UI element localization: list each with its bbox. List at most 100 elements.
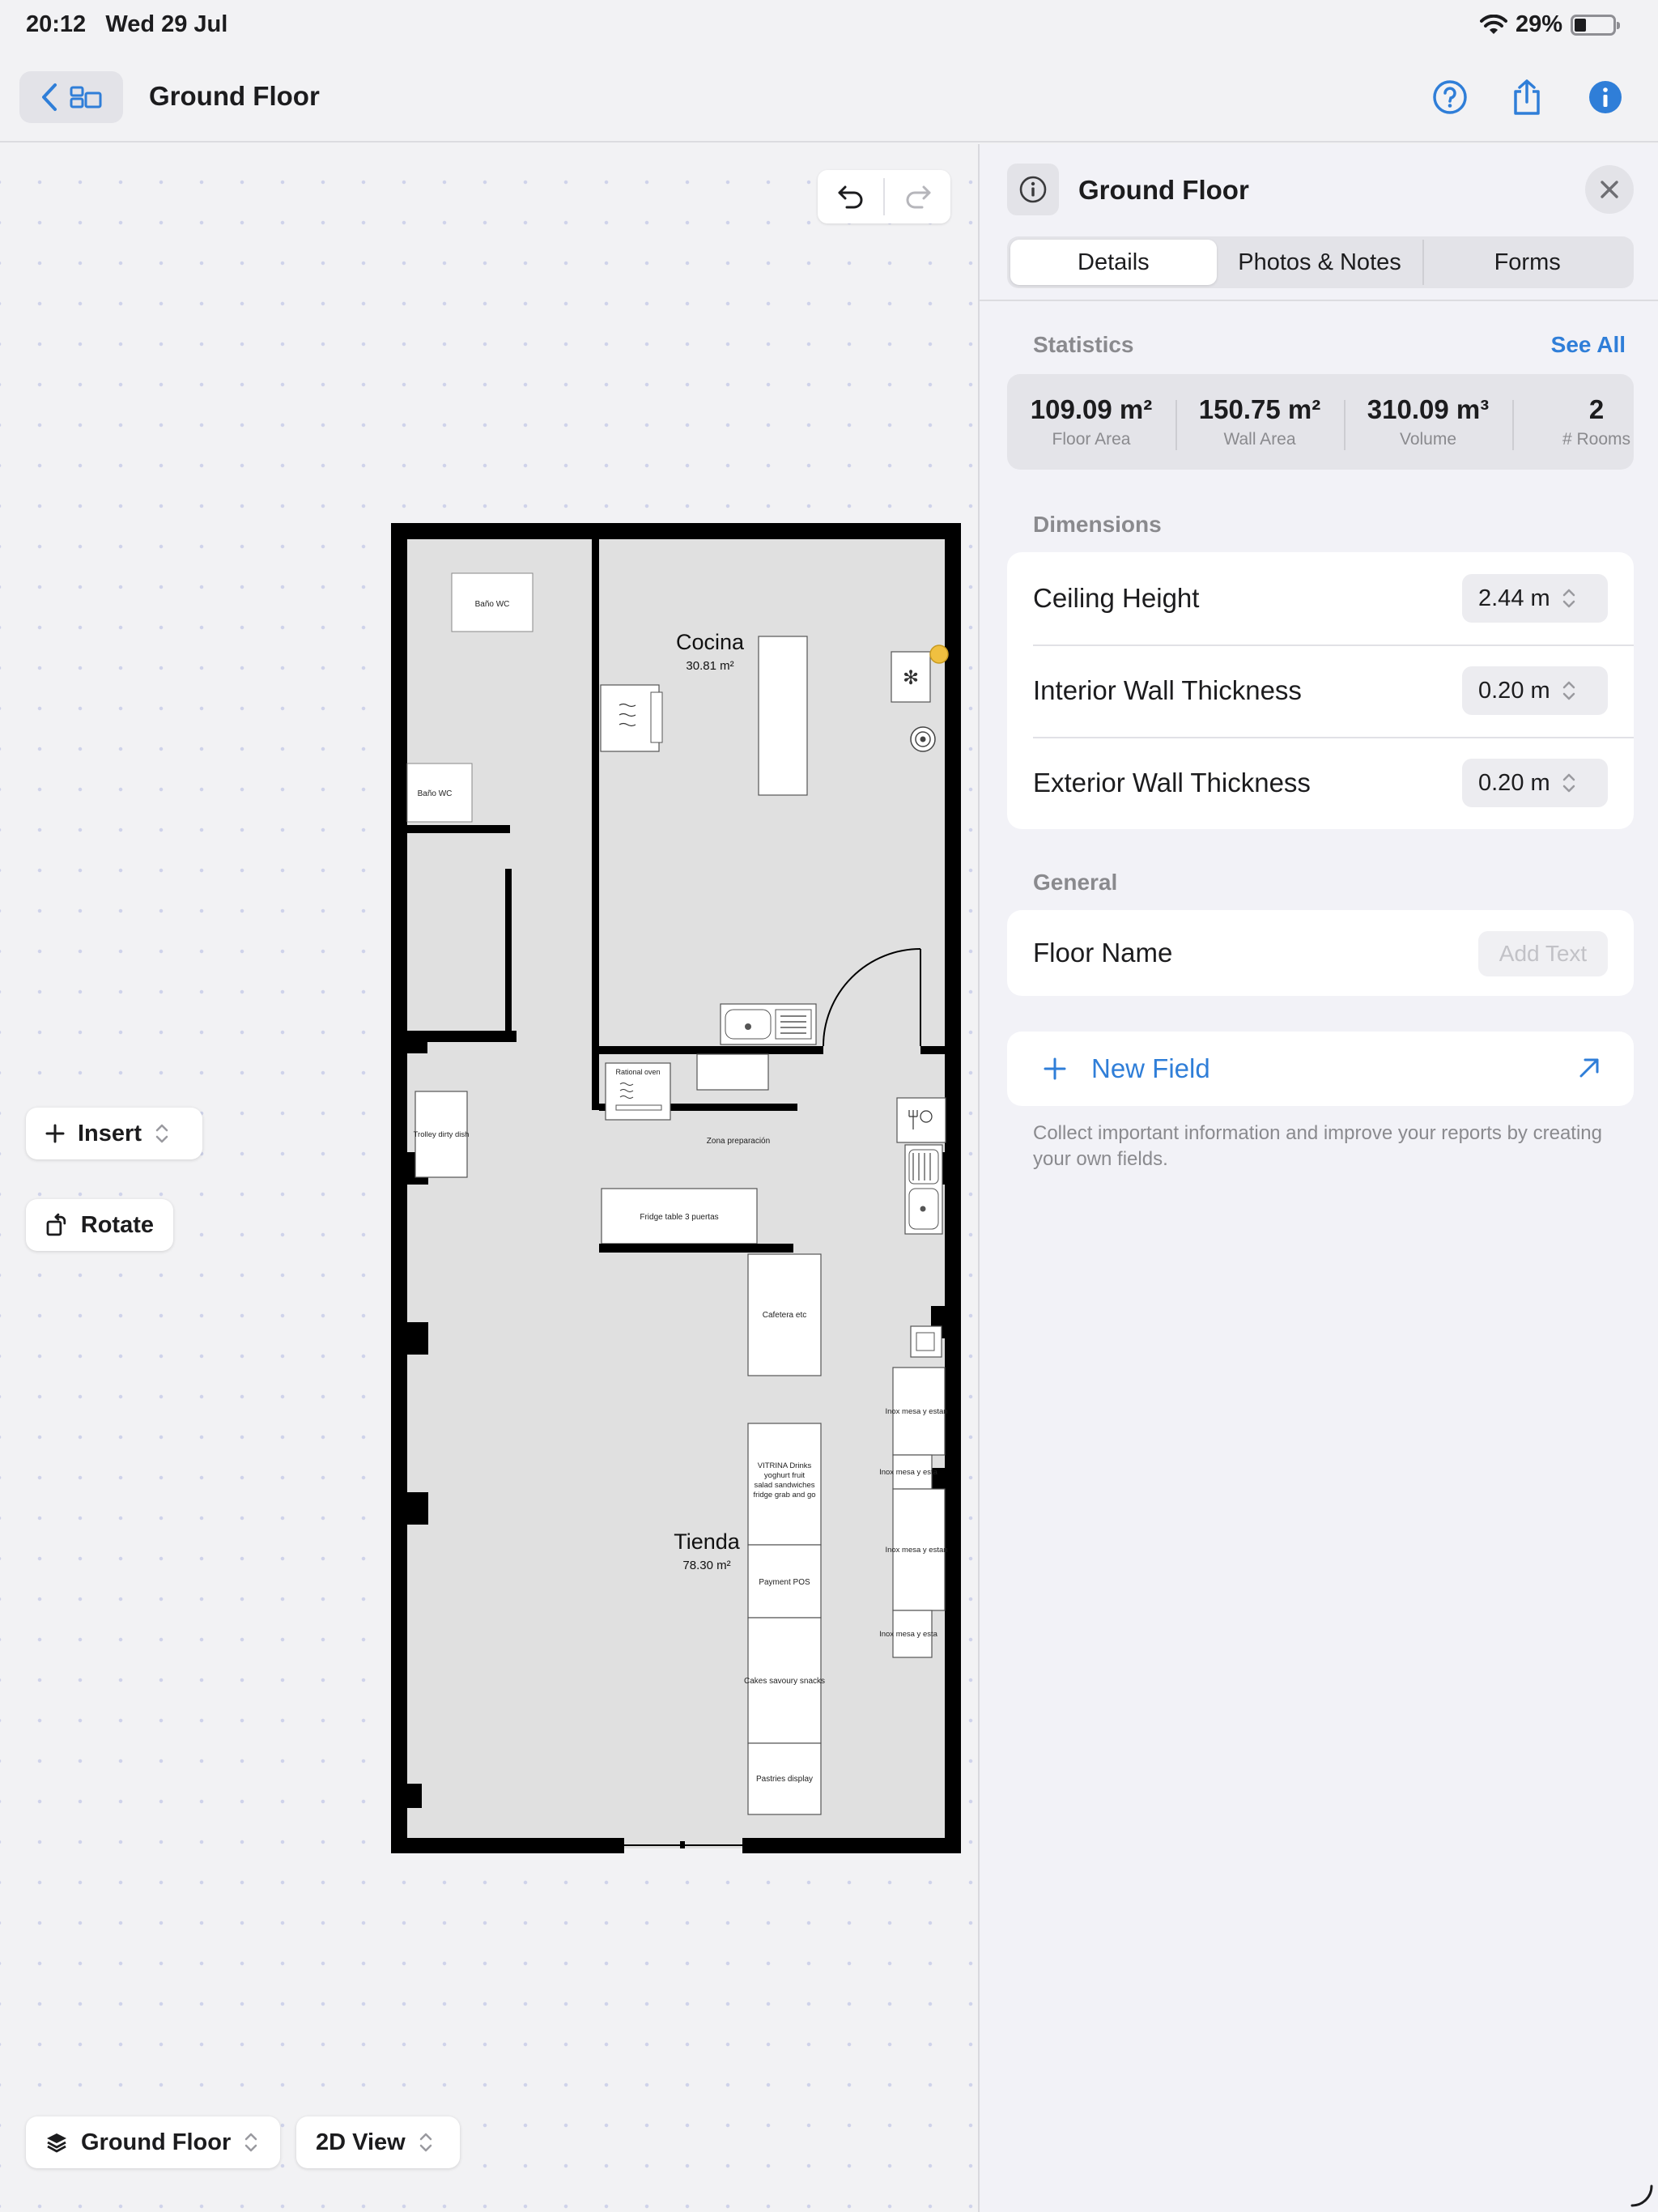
general-heading: General (1033, 870, 1118, 895)
row-label: Interior Wall Thickness (1033, 675, 1302, 705)
new-field-button[interactable]: New Field (1007, 1032, 1634, 1106)
tab-forms[interactable]: Forms (1422, 240, 1630, 285)
info-icon (1019, 176, 1047, 203)
interior-wall-stepper[interactable]: 0.20 m (1462, 666, 1608, 715)
layers-icon (47, 2133, 66, 2153)
floors-icon (70, 86, 102, 108)
floor-selector-label: Ground Floor (81, 2129, 232, 2155)
status-right: 29% (1479, 11, 1620, 38)
rational-oven-label: Rational oven (615, 1068, 660, 1076)
stat-label: Wall Area (1223, 430, 1296, 449)
chevron-updown-icon (1562, 773, 1575, 793)
info-button[interactable] (1584, 76, 1626, 118)
back-button[interactable] (19, 71, 123, 123)
insert-button[interactable]: Insert (26, 1108, 202, 1159)
page-title: Ground Floor (149, 81, 320, 111)
vitrina-line-4: fridge grab and go (753, 1491, 815, 1499)
view-selector[interactable]: 2D View (296, 2116, 460, 2168)
status-time: 20:12 Wed 29 Jul (26, 11, 227, 38)
redo-button[interactable] (885, 170, 950, 223)
stat-label: Floor Area (1052, 430, 1131, 449)
stat-wall-area: 150.75 m² Wall Area (1175, 374, 1344, 470)
panel-info-chip (1007, 164, 1059, 215)
row-label: Ceiling Height (1033, 583, 1200, 613)
stat-rooms: 2 # Rooms (1512, 374, 1634, 470)
panel-title: Ground Floor (1078, 175, 1249, 205)
tab-details[interactable]: Details (1010, 240, 1217, 285)
bano-wc-2-label: Baño WC (418, 789, 453, 798)
share-button[interactable] (1506, 76, 1548, 118)
battery-percent: 29% (1515, 11, 1562, 37)
panel-header: Ground Floor (1007, 164, 1634, 215)
arrow-up-right-icon (1579, 1058, 1599, 1078)
general-card: Floor Name Add Text (1007, 910, 1634, 996)
insert-label: Insert (78, 1120, 142, 1146)
ceiling-height-row: Ceiling Height 2.44 m (1007, 552, 1634, 644)
resize-corner-icon (1630, 2184, 1653, 2207)
redo-icon (906, 185, 930, 209)
stepper-value: 0.20 m (1478, 769, 1550, 796)
inox-4-label: Inox mesa y esta (879, 1630, 938, 1639)
room-name-cocina: Cocina (676, 630, 745, 654)
vitrina-line-1: VITRINA Drinks (758, 1461, 812, 1470)
floor-selector[interactable]: Ground Floor (26, 2116, 280, 2168)
undo-icon (838, 185, 862, 209)
status-clock: 20:12 (26, 11, 87, 37)
undo-button[interactable] (818, 170, 883, 223)
view-selector-label: 2D View (316, 2129, 406, 2155)
close-panel-button[interactable] (1585, 165, 1634, 214)
dimensions-heading: Dimensions (1033, 512, 1162, 537)
plus-icon (45, 1124, 65, 1143)
stat-value: 310.09 m³ (1367, 394, 1490, 424)
status-date: Wed 29 Jul (105, 11, 228, 37)
row-label: Floor Name (1033, 938, 1173, 968)
inox-3-label: Inox mesa y estan (885, 1546, 947, 1555)
exterior-wall-stepper[interactable]: 0.20 m (1462, 759, 1608, 807)
stepper-value: 2.44 m (1478, 585, 1550, 611)
rotate-button[interactable]: Rotate (26, 1199, 173, 1251)
info-filled-icon (1589, 81, 1622, 113)
svg-text:✻: ✻ (903, 667, 919, 689)
floor-plan[interactable]: Baño WC Baño WC ✻ Cocina 30.81 m² Ration… (389, 521, 963, 1857)
ceiling-height-stepper[interactable]: 2.44 m (1462, 574, 1608, 623)
zona-preparacion-label: Zona preparación (707, 1137, 770, 1146)
row-label: Exterior Wall Thickness (1033, 768, 1311, 798)
nav-bar: Ground Floor (0, 52, 1658, 143)
chevron-updown-icon (155, 1124, 168, 1143)
bano-wc-1-label: Baño WC (475, 600, 510, 609)
see-all-link[interactable]: See All (1551, 332, 1626, 358)
floor-name-input[interactable]: Add Text (1478, 931, 1608, 976)
exterior-wall-thickness-row: Exterior Wall Thickness 0.20 m (1007, 737, 1634, 829)
dimensions-card: Ceiling Height 2.44 m Interior Wall Thic… (1007, 552, 1634, 829)
stat-value: 150.75 m² (1198, 394, 1321, 424)
battery-icon (1571, 14, 1620, 36)
status-bar: 20:12 Wed 29 Jul 29% (0, 0, 1658, 52)
inox-1-label: Inox mesa y estan (885, 1407, 947, 1416)
help-button[interactable] (1429, 76, 1471, 118)
stat-value: 2 (1588, 394, 1605, 424)
new-field-help-text: Collect important information and improv… (1033, 1122, 1602, 1170)
room-area-cocina: 30.81 m² (686, 659, 733, 673)
close-icon (1601, 181, 1618, 198)
interior-wall-thickness-row: Interior Wall Thickness 0.20 m (1007, 644, 1634, 737)
room-name-tienda: Tienda (674, 1529, 741, 1554)
statistics-strip[interactable]: 109.09 m² Floor Area 150.75 m² Wall Area… (1007, 374, 1634, 470)
fridge-table-label: Fridge table 3 puertas (640, 1213, 718, 1222)
wifi-icon (1479, 14, 1507, 34)
details-panel: Ground Floor Details Photos & Notes Form… (978, 144, 1658, 2212)
stat-floor-area: 109.09 m² Floor Area (1007, 374, 1175, 470)
pastries-label: Pastries display (756, 1775, 813, 1784)
plus-icon (1044, 1057, 1066, 1080)
floor-plan-canvas[interactable]: Insert Rotate Baño WC Baño WC ✻ Cocina 3… (0, 144, 978, 2212)
new-field-label: New Field (1091, 1053, 1210, 1083)
panel-divider (980, 300, 1658, 301)
floor-name-row: Floor Name Add Text (1007, 910, 1634, 996)
rotate-icon (46, 1213, 66, 1236)
chevron-updown-icon (245, 2133, 257, 2152)
inox-2-label: Inox mesa y esta (879, 1468, 938, 1477)
chevron-left-icon (42, 83, 57, 111)
room-area-tienda: 78.30 m² (682, 1559, 730, 1572)
cafetera-label: Cafetera etc (763, 1311, 806, 1320)
stat-label: # Rooms (1562, 430, 1631, 449)
tab-photos-notes[interactable]: Photos & Notes (1217, 240, 1423, 285)
